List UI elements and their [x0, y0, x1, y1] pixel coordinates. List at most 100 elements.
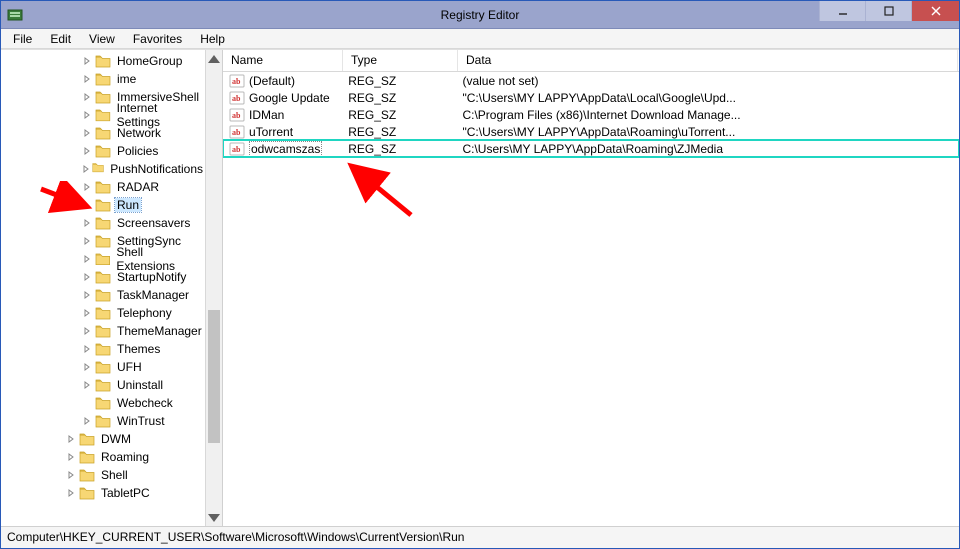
cell-data: "C:\Users\MY LAPPY\AppData\Local\Google\…: [462, 91, 959, 105]
tree-item[interactable]: Webcheck: [1, 394, 205, 412]
menu-view[interactable]: View: [81, 30, 123, 48]
twisty-closed-icon[interactable]: [81, 55, 93, 67]
minimize-button[interactable]: [819, 1, 865, 21]
tree-item-label: Shell Extensions: [114, 245, 205, 273]
tree-item[interactable]: Screensavers: [1, 214, 205, 232]
twisty-closed-icon[interactable]: [81, 127, 93, 139]
tree-item[interactable]: RADAR: [1, 178, 205, 196]
tree-item[interactable]: Shell: [1, 466, 205, 484]
twisty-none: [81, 397, 93, 409]
tree-scrollbar[interactable]: [205, 50, 222, 526]
twisty-closed-icon[interactable]: [81, 253, 93, 265]
twisty-closed-icon[interactable]: [81, 181, 93, 193]
value-name: Google Update: [249, 91, 330, 105]
registry-tree[interactable]: HomeGroupimeImmersiveShellInternet Setti…: [1, 50, 205, 526]
tree-item-label: Uninstall: [115, 378, 165, 392]
list-row[interactable]: abGoogle UpdateREG_SZ"C:\Users\MY LAPPY\…: [223, 89, 959, 106]
twisty-closed-icon[interactable]: [81, 343, 93, 355]
twisty-closed-icon[interactable]: [65, 469, 77, 481]
tree-item[interactable]: WinTrust: [1, 412, 205, 430]
col-type-header[interactable]: Type: [343, 50, 458, 71]
twisty-closed-icon[interactable]: [81, 289, 93, 301]
tree-item[interactable]: TaskManager: [1, 286, 205, 304]
folder-icon: [95, 342, 111, 356]
folder-icon: [95, 360, 111, 374]
tree-item-label: PushNotifications: [108, 162, 205, 176]
scroll-thumb[interactable]: [208, 310, 220, 443]
window-buttons: [819, 1, 959, 28]
window-title: Registry Editor: [1, 8, 959, 22]
twisty-closed-icon[interactable]: [81, 145, 93, 157]
tree-item[interactable]: DWM: [1, 430, 205, 448]
maximize-button[interactable]: [865, 1, 911, 21]
scroll-down-button[interactable]: [206, 509, 222, 526]
twisty-closed-icon[interactable]: [65, 451, 77, 463]
tree-item[interactable]: Run: [1, 196, 205, 214]
twisty-closed-icon[interactable]: [81, 307, 93, 319]
tree-item[interactable]: HomeGroup: [1, 52, 205, 70]
menu-help[interactable]: Help: [192, 30, 233, 48]
list-body[interactable]: ab(Default)REG_SZ(value not set)abGoogle…: [223, 72, 959, 526]
tree-item[interactable]: ThemeManager: [1, 322, 205, 340]
tree-item[interactable]: Internet Settings: [1, 106, 205, 124]
tree-item-label: HomeGroup: [115, 54, 184, 68]
close-button[interactable]: [911, 1, 959, 21]
svg-text:ab: ab: [232, 77, 241, 86]
twisty-closed-icon[interactable]: [81, 73, 93, 85]
tree-item[interactable]: StartupNotify: [1, 268, 205, 286]
menu-file[interactable]: File: [5, 30, 40, 48]
twisty-closed-icon[interactable]: [65, 433, 77, 445]
folder-icon: [79, 468, 95, 482]
list-pane: Name Type Data ab(Default)REG_SZ(value n…: [223, 50, 959, 526]
tree-item[interactable]: Themes: [1, 340, 205, 358]
twisty-closed-icon[interactable]: [81, 235, 93, 247]
twisty-closed-icon[interactable]: [81, 109, 93, 121]
twisty-closed-icon[interactable]: [81, 415, 93, 427]
twisty-closed-icon[interactable]: [81, 91, 93, 103]
twisty-closed-icon[interactable]: [81, 217, 93, 229]
scroll-up-button[interactable]: [206, 50, 222, 67]
cell-data: C:\Users\MY LAPPY\AppData\Roaming\ZJMedi…: [462, 142, 959, 156]
col-name-header[interactable]: Name: [223, 50, 343, 71]
list-header: Name Type Data: [223, 50, 959, 72]
menu-edit[interactable]: Edit: [42, 30, 79, 48]
cell-type: REG_SZ: [348, 142, 462, 156]
col-data-header[interactable]: Data: [458, 50, 958, 71]
folder-icon: [95, 378, 111, 392]
reg-sz-icon: ab: [229, 124, 245, 140]
tree-item[interactable]: Policies: [1, 142, 205, 160]
folder-icon: [95, 108, 111, 122]
tree-item[interactable]: ime: [1, 70, 205, 88]
scroll-track[interactable]: [206, 67, 222, 509]
cell-data: C:\Program Files (x86)\Internet Download…: [462, 108, 959, 122]
value-name: IDMan: [249, 108, 284, 122]
tree-item-label: Webcheck: [115, 396, 175, 410]
twisty-closed-icon[interactable]: [81, 163, 90, 175]
twisty-closed-icon[interactable]: [65, 487, 77, 499]
tree-item-label: Telephony: [115, 306, 174, 320]
list-row[interactable]: abuTorrentREG_SZ"C:\Users\MY LAPPY\AppDa…: [223, 123, 959, 140]
list-row[interactable]: abIDManREG_SZC:\Program Files (x86)\Inte…: [223, 106, 959, 123]
tree-item[interactable]: Shell Extensions: [1, 250, 205, 268]
twisty-closed-icon[interactable]: [81, 379, 93, 391]
menu-favorites[interactable]: Favorites: [125, 30, 190, 48]
tree-item-label: Themes: [115, 342, 162, 356]
list-row[interactable]: ab(Default)REG_SZ(value not set): [223, 72, 959, 89]
twisty-closed-icon[interactable]: [81, 361, 93, 373]
tree-item[interactable]: TabletPC: [1, 484, 205, 502]
tree-item-label: TabletPC: [99, 486, 152, 500]
tree-item-label: Run: [115, 198, 141, 212]
tree-item[interactable]: UFH: [1, 358, 205, 376]
tree-item[interactable]: Roaming: [1, 448, 205, 466]
twisty-closed-icon[interactable]: [81, 325, 93, 337]
tree-item[interactable]: Telephony: [1, 304, 205, 322]
tree-item-label: ime: [115, 72, 138, 86]
twisty-closed-icon[interactable]: [81, 271, 93, 283]
tree-item[interactable]: Uninstall: [1, 376, 205, 394]
value-name: uTorrent: [249, 125, 293, 139]
list-row[interactable]: abodwcamszasREG_SZC:\Users\MY LAPPY\AppD…: [223, 140, 959, 157]
titlebar[interactable]: Registry Editor: [1, 1, 959, 29]
tree-item-label: TaskManager: [115, 288, 191, 302]
tree-item[interactable]: PushNotifications: [1, 160, 205, 178]
folder-icon: [95, 306, 111, 320]
